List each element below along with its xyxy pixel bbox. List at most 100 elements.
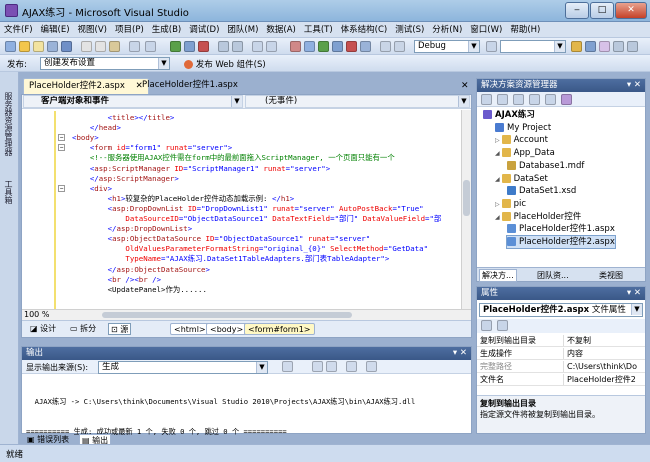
menu-item[interactable]: 团队(M) (223, 22, 262, 38)
find-message-icon[interactable] (282, 361, 293, 372)
show-all-files-icon[interactable] (497, 94, 508, 105)
new-project-icon[interactable] (5, 41, 16, 52)
save-all-icon[interactable] (61, 41, 72, 52)
code-line[interactable]: <asp:ObjectDataSource ID="ObjectDataSour… (72, 234, 371, 244)
alphabetical-icon[interactable] (497, 320, 508, 331)
menu-item[interactable]: 调试(D) (185, 22, 223, 38)
tree-item[interactable]: ◢ PlaceHolder控件 (495, 211, 581, 223)
code-line[interactable]: <br /><br /> (72, 275, 161, 285)
design-view-button[interactable]: ◪ 设计 (28, 323, 58, 335)
break-icon[interactable] (184, 41, 195, 52)
start-debug-icon[interactable] (170, 41, 181, 52)
properties-icon[interactable] (585, 41, 596, 52)
refresh-icon[interactable] (513, 94, 524, 105)
view-designer-icon[interactable] (545, 94, 556, 105)
property-row[interactable]: 复制到输出目录 不复制 (477, 335, 645, 347)
code-line[interactable]: <h1>较复杂的PlaceHolder控件动态加载示例: </h1> (72, 194, 295, 204)
copy-icon[interactable] (95, 41, 106, 52)
property-row[interactable]: 完整路径 C:\Users\think\Do (477, 361, 645, 373)
view-code-icon[interactable] (529, 94, 540, 105)
toolbox-icon[interactable] (613, 41, 624, 52)
tree-item[interactable]: DataSet1.xsd (507, 185, 576, 197)
property-value[interactable]: C:\Users\think\Do (563, 361, 643, 372)
horizontal-scroll-thumb[interactable] (102, 312, 352, 318)
property-value[interactable]: PlaceHolder控件2 (563, 374, 643, 385)
add-item-icon[interactable] (33, 41, 44, 52)
toolbox-tab[interactable]: 工具箱 (3, 180, 14, 204)
breakpoint-icon[interactable] (380, 41, 391, 52)
platform-icon[interactable] (486, 41, 497, 52)
word-wrap-icon[interactable] (366, 361, 377, 372)
navigate-forward-icon[interactable] (232, 41, 243, 52)
step-over-icon[interactable] (304, 41, 315, 52)
publish-web-button[interactable]: 发布 Web 组件(S) (184, 58, 266, 70)
pause-icon[interactable] (332, 41, 343, 52)
publish-settings-select[interactable]: 创建发布设置 ▼ (40, 57, 170, 70)
server-explorer-tab[interactable]: 服务器资源管理器 (3, 92, 14, 156)
tree-item[interactable]: ▷ pic (495, 198, 526, 210)
client-objects-select[interactable]: 客户端对象和事件 ▼ (23, 95, 243, 108)
title-bar[interactable]: AJAX练习 - Microsoft Visual Studio ‒ □ ✕ (0, 0, 650, 22)
redo-icon[interactable] (145, 41, 156, 52)
code-line[interactable]: </head> (72, 123, 121, 133)
restart-icon[interactable] (360, 41, 371, 52)
code-line[interactable]: TypeName="AJAX练习.DataSet1TableAdapters.部… (72, 254, 389, 264)
tab-solution-explorer[interactable]: 解决方... (479, 269, 517, 282)
maximize-button[interactable]: □ (590, 2, 614, 19)
menu-item[interactable]: 测试(S) (391, 22, 428, 38)
menu-item[interactable]: 数据(A) (262, 22, 299, 38)
code-line[interactable]: <form id="form1" runat="server"> (72, 143, 232, 153)
property-row[interactable]: 生成操作 内容 (477, 348, 645, 360)
code-line[interactable]: </asp:ObjectDataSource> (72, 265, 210, 275)
code-line[interactable]: </asp:ScriptManager> (72, 174, 179, 184)
code-line[interactable]: <title></title> (72, 113, 175, 123)
property-value[interactable]: 内容 (563, 348, 643, 359)
categorized-icon[interactable] (481, 320, 492, 331)
bookmark-icon[interactable] (394, 41, 405, 52)
tree-item[interactable]: PlaceHolder控件1.aspx (507, 223, 615, 235)
toolbar-options-icon[interactable] (266, 41, 277, 52)
collapse-icon[interactable]: − (58, 184, 65, 192)
code-area[interactable]: <title></title> </head> <body> <form id="… (22, 111, 460, 319)
run-icon[interactable] (318, 41, 329, 52)
menu-item[interactable]: 文件(F) (0, 22, 37, 38)
output-source-select[interactable]: 生成 ▼ (98, 361, 268, 374)
vertical-scrollbar[interactable] (461, 110, 471, 320)
close-document-icon[interactable]: ✕ (461, 81, 469, 91)
close-output-icon[interactable]: ▾ ✕ (453, 347, 467, 360)
tree-item[interactable]: ▷ Account (495, 134, 548, 146)
property-row[interactable]: 文件名 PlaceHolder控件2 (477, 374, 645, 386)
menu-item[interactable]: 体系结构(C) (337, 22, 392, 38)
code-line[interactable]: <asp:ScriptManager ID="ScriptManager1" r… (72, 164, 330, 174)
menu-item[interactable]: 生成(B) (148, 22, 185, 38)
collapse-icon[interactable]: − (58, 144, 65, 152)
stop-icon[interactable] (198, 41, 209, 52)
tab-placeholder1[interactable]: PlaceHolder控件1.aspx (137, 78, 243, 94)
minimize-button[interactable]: ‒ (565, 2, 589, 19)
solution-config-select[interactable]: Debug ▼ (414, 40, 480, 53)
tree-item[interactable]: My Project (495, 122, 551, 134)
properties-icon[interactable] (481, 94, 492, 105)
menu-item[interactable]: 窗口(W) (466, 22, 506, 38)
close-button[interactable]: ✕ (615, 2, 647, 19)
code-line[interactable]: <!--服务器使用AJAX控件需在form中的最前面拖入ScriptManage… (72, 153, 395, 163)
crumb-body[interactable]: <body> (206, 323, 248, 335)
navigate-back-icon[interactable] (218, 41, 229, 52)
previous-message-icon[interactable] (312, 361, 323, 372)
close-properties-icon[interactable]: ▾ ✕ (627, 287, 641, 300)
open-icon[interactable] (19, 41, 30, 52)
tree-item[interactable]: ◢ App_Data (495, 147, 555, 159)
expand-icon[interactable]: ◢ (495, 176, 500, 183)
menu-item[interactable]: 视图(V) (74, 22, 111, 38)
split-view-button[interactable]: ▭ 拆分 (68, 323, 98, 335)
code-editor[interactable]: 客户端对象和事件 ▼ (无事件) ▼ <title></title> </head>… (21, 94, 472, 338)
menu-item[interactable]: 项目(P) (111, 22, 148, 38)
find-icon[interactable] (252, 41, 263, 52)
tree-item[interactable]: PlaceHolder控件2.aspx (506, 235, 616, 249)
clear-all-icon[interactable] (346, 361, 357, 372)
horizontal-scrollbar[interactable]: 100 % (22, 309, 471, 320)
step-into-icon[interactable] (290, 41, 301, 52)
source-view-button[interactable]: ⊡ 源 (108, 323, 132, 335)
expand-icon[interactable]: ◢ (495, 150, 500, 157)
tree-item[interactable]: ◢ DataSet (495, 173, 548, 185)
